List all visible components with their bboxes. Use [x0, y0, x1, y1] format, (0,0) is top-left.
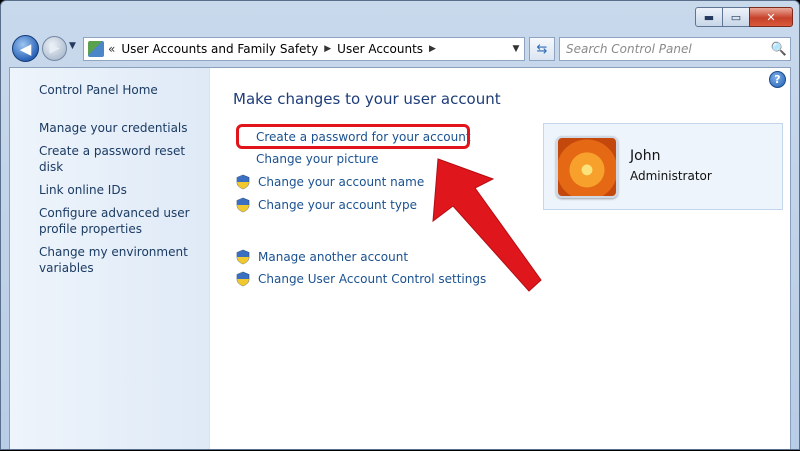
annotation-arrow — [1, 1, 800, 451]
control-panel-window: ▬ ▭ ✕ ◀ ▶ ▼ « User Accounts and Family S… — [0, 0, 800, 450]
red-arrow-icon — [433, 159, 541, 291]
